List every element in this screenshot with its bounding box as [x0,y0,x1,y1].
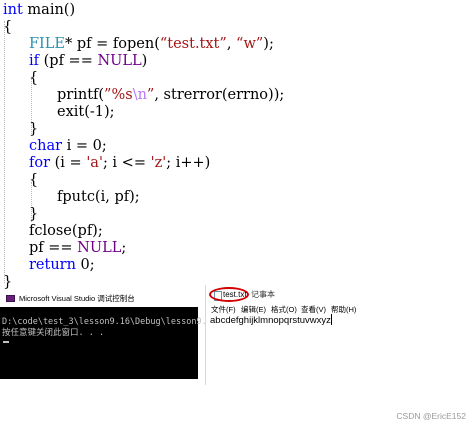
code-line-12: fputc(i, pf); [57,189,140,205]
console-cursor [3,341,9,343]
menu-help[interactable]: 帮助(H) [331,304,356,316]
code-line-8: } [29,121,39,137]
notepad-window[interactable]: test.txt 记事本 文件(F) 编辑(E) 格式(O) 查看(V) 帮助(… [207,285,474,385]
visual-studio-icon [6,295,15,302]
console-title: Microsoft Visual Studio 调试控制台 [19,294,135,303]
code-line-5: { [29,70,39,86]
code-editor[interactable]: int main() { FILE* pf = fopen(“test.txt”… [0,0,474,290]
console-line-prompt: 按任意键关闭此窗口. . . [2,328,105,338]
code-line-16: return 0; [29,257,95,273]
code-line-9: char i = 0; [29,138,107,154]
notepad-app-name: 记事本 [251,290,275,299]
text-caret [330,314,332,325]
code-line-17: } [3,274,13,290]
code-line-7: exit(-1); [57,104,115,120]
notepad-text-area[interactable]: abcdefghijklmnopqrstuvwxyz [210,314,332,328]
notepad-content: abcdefghijklmnopqrstuvwxyz [210,315,331,326]
code-line-4: if (pf == NULL) [29,53,148,69]
red-circle-annotation [209,287,249,302]
code-line-14: fclose(pf); [29,223,103,239]
code-line-15: pf == NULL; [29,240,127,256]
console-titlebar[interactable]: Microsoft Visual Studio 调试控制台 [0,291,198,307]
window-divider [205,285,206,385]
code-line-10: for (i = 'a'; i <= 'z'; i++) [29,155,211,171]
indent-guide [4,21,5,283]
console-line-path: D:\code\test_3\lesson9.16\Debug\lesson9.… [2,317,238,327]
code-line-13: } [29,206,39,222]
debug-console-window[interactable]: Microsoft Visual Studio 调试控制台 D:\code\te… [0,291,238,379]
code-line-11: { [29,172,39,188]
console-output: D:\code\test_3\lesson9.16\Debug\lesson9.… [2,317,238,339]
code-line-2: { [3,19,13,35]
code-line-3: FILE* pf = fopen(“test.txt”, “w”); [29,36,274,52]
watermark: CSDN @EricE152 [396,411,466,421]
code-line-6: printf(”%s\n”, strerror(errno)); [57,87,285,103]
code-line-1: int main() [3,2,76,18]
